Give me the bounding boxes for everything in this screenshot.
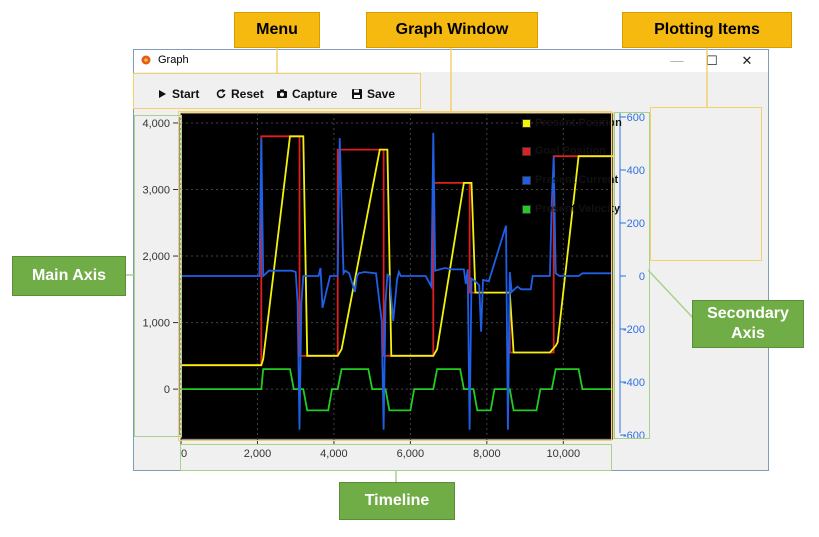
callout-timeline: Timeline <box>339 482 455 520</box>
callout-secondary-axis: Secondary Axis <box>692 300 804 348</box>
callout-main-axis: Main Axis <box>12 256 126 296</box>
callout-menu: Menu <box>234 12 320 48</box>
callout-graph-window: Graph Window <box>366 12 538 48</box>
callout-plotting-items: Plotting Items <box>622 12 792 48</box>
